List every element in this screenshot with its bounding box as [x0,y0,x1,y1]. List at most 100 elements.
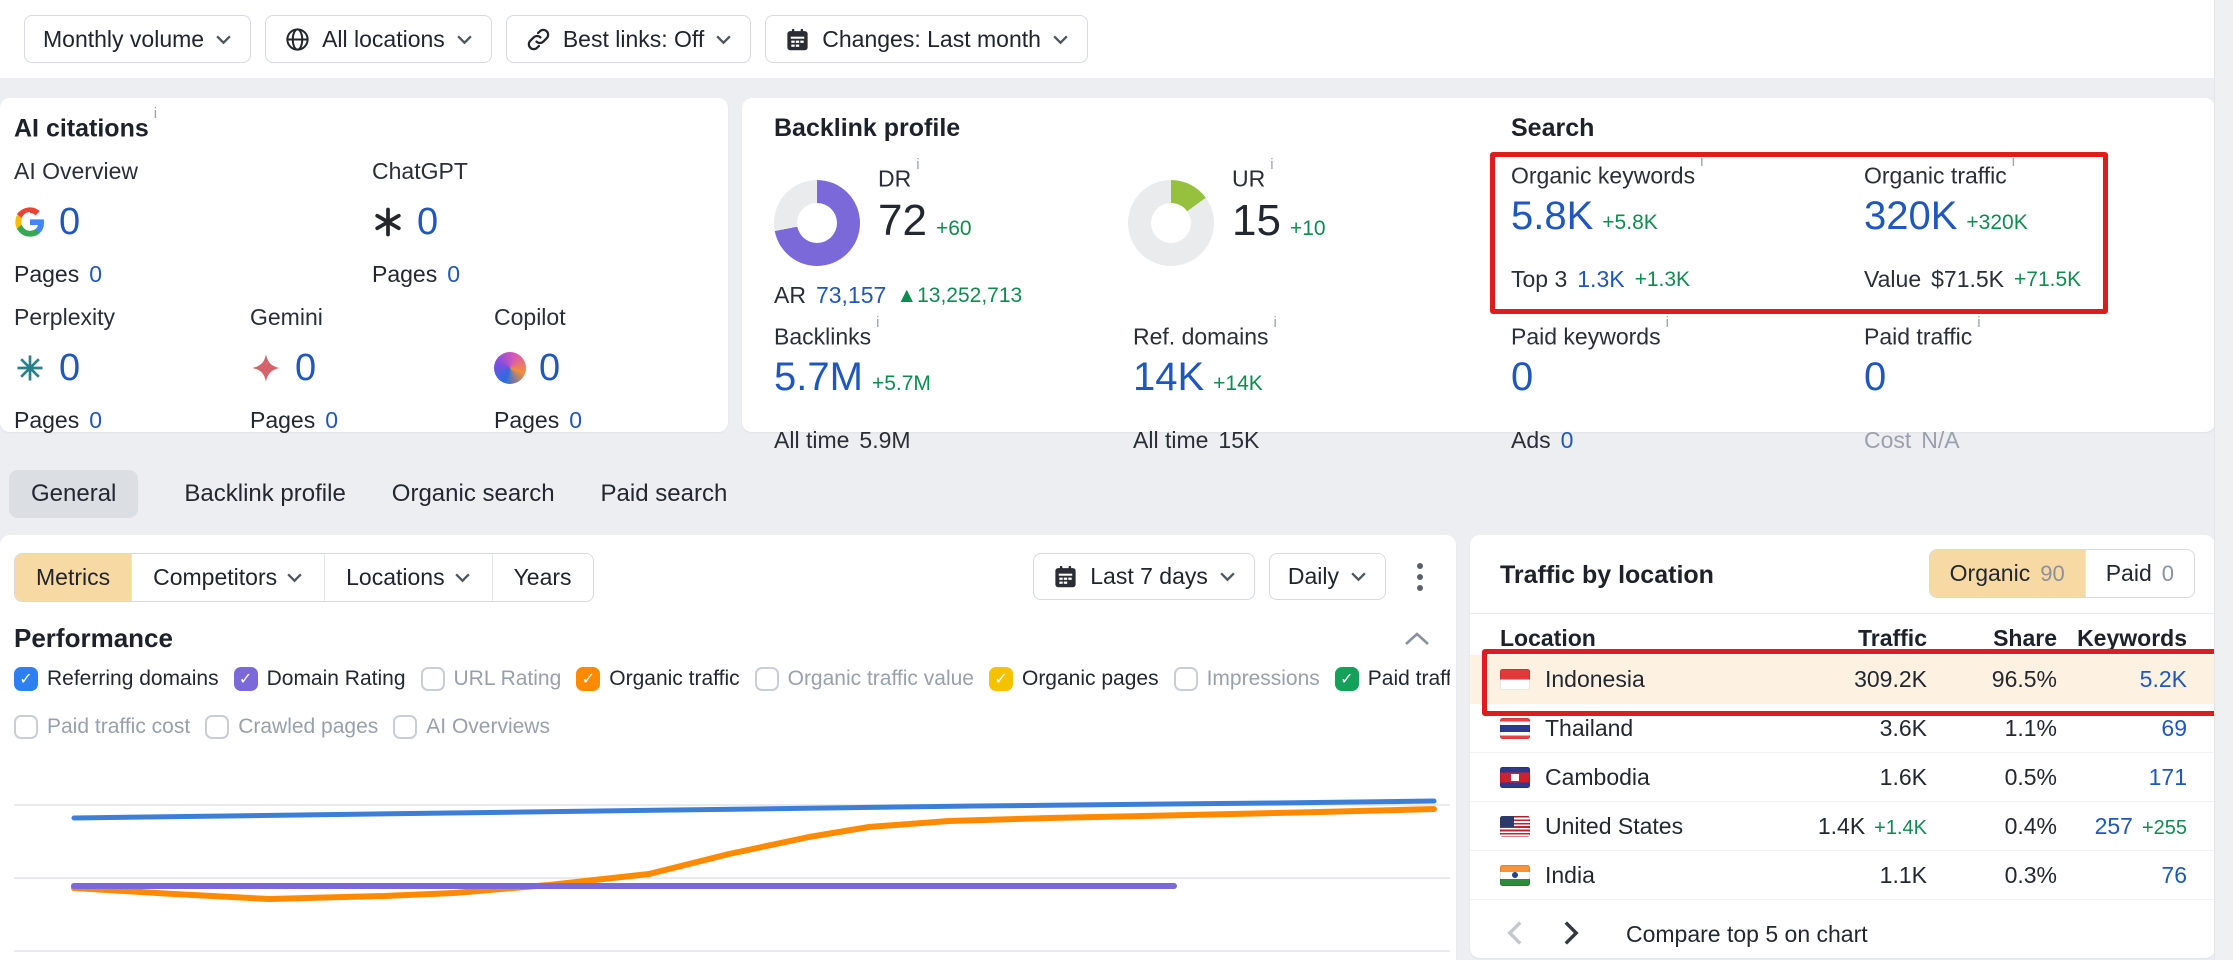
paid-keywords-value[interactable]: 0 [1511,357,1533,397]
location-rows: Indonesia 309.2K 96.5% 5.2K Thailand 3.6… [1470,655,2215,900]
metric-checkbox[interactable]: Paid traffic cost [14,715,190,739]
toolbar-filter-button[interactable]: Best links: Off [506,15,751,63]
metric-checkbox[interactable]: URL Rating [421,667,562,691]
location-name: United States [1545,813,1683,840]
ar-change: ▲13,252,713 [896,284,1022,308]
toggle-segment[interactable]: Organic 90 [1930,550,2085,597]
page: Monthly volume All locations [0,0,2233,960]
keywords-link[interactable]: 257 [2095,813,2133,839]
segment-button[interactable]: Locations [324,554,491,601]
scrollbar[interactable] [2214,0,2233,960]
collapse-icon[interactable] [1404,631,1430,647]
table-row[interactable]: United States 1.4K+1.4K 0.4% 257+255 [1470,802,2215,851]
keywords-link[interactable]: 5.2K [2140,666,2187,692]
segment-button[interactable]: Years [492,554,593,601]
keywords-link[interactable]: 69 [2161,715,2187,741]
toolbar-filter-button[interactable]: Monthly volume [24,15,251,63]
ai-citations-count[interactable]: 0 [539,347,560,390]
prev-page-button[interactable] [1500,919,1530,949]
tab[interactable]: Backlink profile [184,470,345,518]
pages-count[interactable]: 0 [325,407,338,434]
location-name: Thailand [1545,715,1633,742]
date-range-button[interactable]: Last 7 days [1033,553,1255,600]
toolbar-filter-button[interactable]: All locations [265,15,492,63]
ar-value[interactable]: 73,157 [816,282,886,309]
country-flag [1500,816,1530,837]
keywords-change: +255 [2142,817,2187,839]
organic-keywords-value[interactable]: 5.8K [1511,196,1593,236]
info-icon[interactable]: i [1977,314,1980,331]
pages-count[interactable]: 0 [447,261,460,288]
ur-donut [1128,180,1214,266]
filter-label: Best links: Off [563,26,704,53]
keywords-link[interactable]: 171 [2149,764,2187,790]
top3-value[interactable]: 1.3K [1577,266,1624,293]
performance-chart-svg[interactable] [14,770,1450,960]
ai-citations-grid: AI Overview 0 Pages 0 ChatGPT 0 [0,98,728,432]
ai-citations-count[interactable]: 0 [417,201,438,244]
table-row[interactable]: Indonesia 309.2K 96.5% 5.2K [1470,655,2215,704]
checkbox-icon [989,667,1013,691]
metric-checkbox[interactable]: Referring domains [14,667,219,691]
pages-count[interactable]: 0 [89,261,102,288]
more-options-button[interactable] [1400,553,1440,600]
segment-button[interactable]: Competitors [131,554,324,601]
metric-checkbox[interactable]: AI Overviews [393,715,550,739]
compare-top5-label[interactable]: Compare top 5 on chart [1626,921,1868,948]
ai-citations-count[interactable]: 0 [59,347,80,390]
info-icon[interactable]: i [916,156,919,173]
ai-citations-count[interactable]: 0 [59,201,80,244]
ads-count[interactable]: 0 [1561,427,1574,454]
info-icon[interactable]: i [876,314,879,331]
info-icon[interactable]: i [1270,156,1273,173]
granularity-button[interactable]: Daily [1269,553,1386,600]
toolbar-filter-button[interactable]: Changes: Last month [765,15,1088,63]
paid-traffic-label: Paid traffici [1864,323,1981,357]
tab[interactable]: General [9,470,138,518]
traffic-value-row: Value$71.5K+71.5K [1864,266,2081,293]
info-icon[interactable]: i [2012,153,2015,170]
date-range-label: Last 7 days [1090,563,1208,590]
country-flag [1500,718,1530,739]
backlink-profile-title: Backlink profile [774,114,960,143]
table-row[interactable]: India 1.1K 0.3% 76 [1470,851,2215,900]
next-page-button[interactable] [1556,919,1586,949]
country-flag [1500,767,1530,788]
location-name: Indonesia [1545,666,1645,693]
info-icon[interactable]: i [1274,314,1277,331]
table-row[interactable]: Thailand 3.6K 1.1% 69 [1470,704,2215,753]
ai-citation-item: Gemini 0 Pages 0 [250,304,480,434]
metric-checkbox[interactable]: Organic pages [989,667,1159,691]
ai-citation-item: Copilot 0 Pages 0 [494,304,724,434]
paid-traffic-value[interactable]: 0 [1864,357,1886,397]
tab[interactable]: Organic search [392,470,555,518]
toggle-count: 90 [2040,561,2064,587]
divider [1470,613,2215,614]
toggle-segment[interactable]: Paid 0 [2085,550,2194,597]
organic-traffic-value[interactable]: 320K [1864,196,1957,236]
pages-count[interactable]: 0 [89,407,102,434]
tab[interactable]: Paid search [601,470,728,518]
metric-checkbox[interactable]: Organic traffic value [755,667,974,691]
share-value: 0.4% [2005,813,2057,839]
metric-checkbox[interactable]: Paid traffic [1335,667,1450,691]
table-header: Location Traffic Share Keywords [1470,621,2215,655]
ai-citations-count[interactable]: 0 [295,347,316,390]
metric-checkbox[interactable]: Crawled pages [205,715,378,739]
info-icon[interactable]: i [1700,153,1703,170]
table-row[interactable]: Cambodia 1.6K 0.5% 171 [1470,753,2215,802]
metric-checkbox[interactable]: Impressions [1174,667,1320,691]
pages-count[interactable]: 0 [569,407,582,434]
segment-button[interactable]: Metrics [15,554,131,601]
keywords-link[interactable]: 76 [2161,862,2187,888]
ref-domains-value[interactable]: 14K [1133,357,1204,397]
metric-checkbox[interactable]: Organic traffic [576,667,739,691]
info-icon[interactable]: i [1666,314,1669,331]
organic-paid-toggle: Organic 90 Paid 0 [1929,549,2195,598]
ai-source-icon [372,206,404,238]
checkbox-icon [393,715,417,739]
metric-checkbox[interactable]: Domain Rating [234,667,406,691]
pages-label: Pages [372,261,437,288]
backlinks-value[interactable]: 5.7M [774,357,863,397]
ai-source-name: ChatGPT [372,158,602,196]
